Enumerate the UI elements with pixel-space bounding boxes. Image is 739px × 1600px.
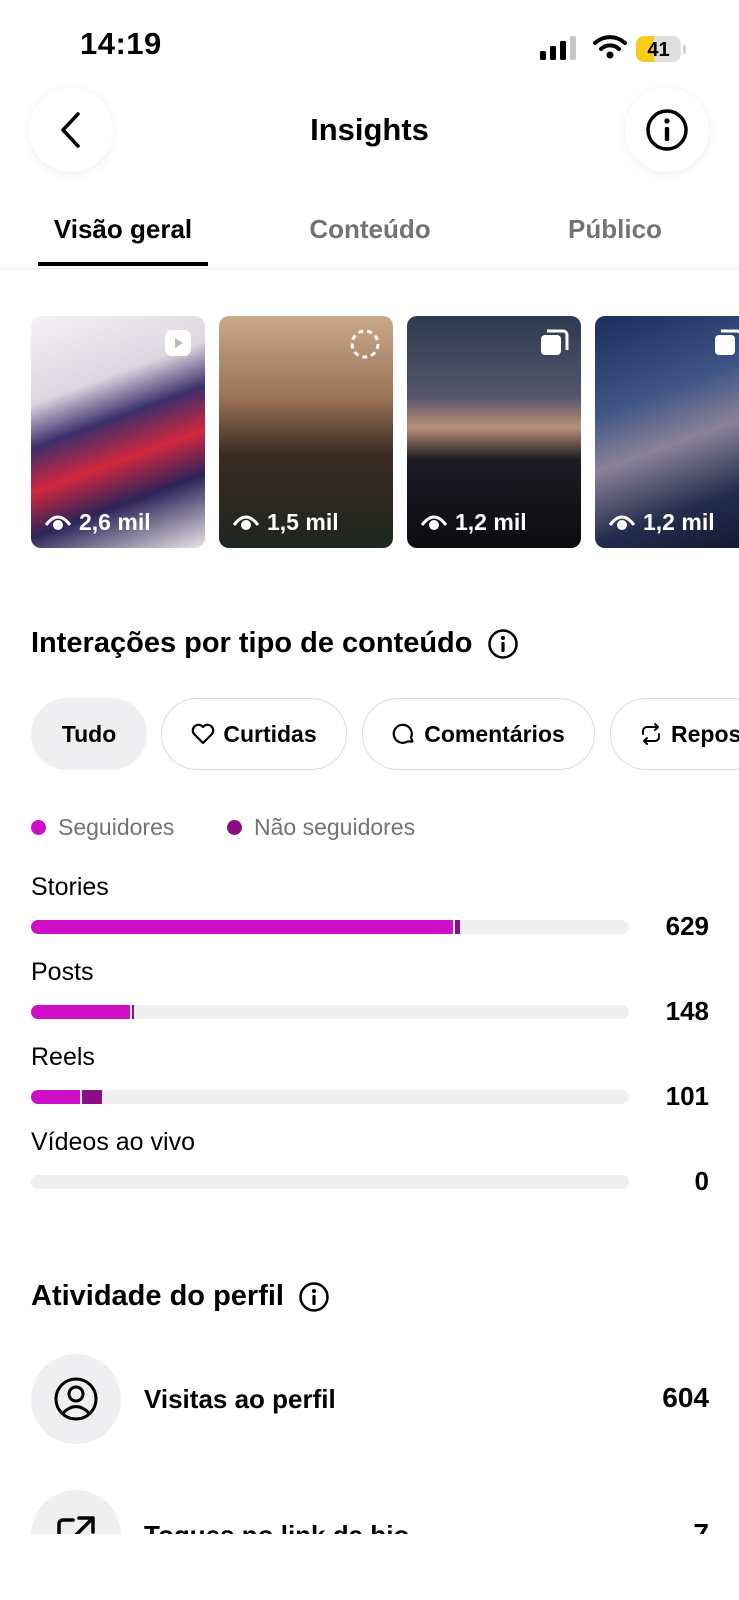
legend-dot-followers: [31, 820, 46, 835]
profile-visits-value: 604: [662, 1382, 709, 1413]
bar-value-stories: 629: [665, 911, 709, 941]
battery-percent: 41: [647, 39, 670, 61]
profile-activity-title: Atividade do perfil: [31, 1280, 284, 1312]
bar-value-posts: 148: [665, 996, 709, 1026]
profile-activity-clipped-row: Toques no link da bio 7: [0, 1480, 739, 1534]
content-thumbnail[interactable]: 1,5 mil: [219, 316, 393, 548]
bio-link-taps-value: 7: [693, 1518, 709, 1534]
bar-label-live: Vídeos ao vivo: [31, 1128, 195, 1156]
chip-comments[interactable]: Comentários: [362, 698, 595, 770]
thumbnail-views: 1,2 mil: [643, 509, 715, 535]
cellular-signal-icon: [540, 36, 576, 60]
interactions-heading: Interações por tipo de conteúdo: [31, 627, 519, 660]
eye-icon: [421, 515, 447, 530]
content-thumbnail[interactable]: 1,2 mil: [407, 316, 581, 548]
bar-followers: [31, 1005, 131, 1019]
tab-overview[interactable]: Visão geral: [38, 214, 208, 245]
content-thumbnail[interactable]: 2,6 mil: [31, 316, 205, 548]
legend-followers: Seguidores: [31, 814, 174, 841]
info-button[interactable]: [625, 88, 709, 172]
repost-icon: [642, 723, 660, 745]
eye-icon: [45, 515, 71, 530]
bar-track-live: [31, 1175, 629, 1189]
profile-visits-label[interactable]: Visitas ao perfil: [144, 1384, 336, 1415]
chip-label: Curtidas: [223, 720, 317, 747]
content-thumbnail[interactable]: 1,2 mil: [595, 316, 739, 548]
bar-followers: [31, 920, 454, 934]
info-icon: [646, 109, 688, 151]
tab-audience[interactable]: Público: [545, 214, 685, 245]
thumbnail-views: 2,6 mil: [79, 509, 151, 535]
bar-track-reels: [31, 1090, 629, 1104]
battery-indicator: 41: [636, 36, 686, 62]
bar-non-followers: [132, 1005, 135, 1019]
wifi-icon: [593, 35, 627, 59]
eye-icon: [233, 515, 259, 530]
info-icon[interactable]: [487, 628, 519, 660]
legend-label: Não seguidores: [254, 814, 416, 840]
external-link-icon: [57, 1516, 95, 1534]
bar-track-posts: [31, 1005, 629, 1019]
status-time: 14:19: [80, 26, 162, 61]
chip-reposts[interactable]: Repos: [610, 698, 739, 770]
carousel-icon: [715, 329, 739, 355]
info-icon[interactable]: [298, 1281, 330, 1313]
tab-content[interactable]: Conteúdo: [290, 214, 450, 245]
bar-value-reels: 101: [665, 1081, 709, 1111]
chip-label: Tudo: [61, 720, 117, 747]
legend-label: Seguidores: [58, 814, 175, 840]
thumbnail-views: 1,5 mil: [267, 509, 339, 535]
bio-link-icon-container: [31, 1490, 121, 1534]
story-icon: [350, 329, 380, 359]
bar-label-reels: Reels: [31, 1043, 95, 1071]
bar-followers: [31, 1090, 81, 1104]
reel-icon: [165, 330, 191, 356]
tabs-divider: [0, 268, 739, 269]
bar-label-posts: Posts: [31, 958, 94, 986]
chip-all[interactable]: Tudo: [31, 698, 147, 770]
bar-track-stories: [31, 920, 629, 934]
profile-icon: [54, 1377, 98, 1421]
carousel-icon: [541, 329, 569, 355]
bar-non-followers: [81, 1090, 103, 1104]
bio-link-taps-label[interactable]: Toques no link da bio: [144, 1520, 409, 1534]
legend-dot-non-followers: [227, 820, 242, 835]
heart-icon: [192, 723, 215, 745]
eye-icon: [609, 515, 635, 530]
bar-non-followers: [454, 920, 461, 934]
comment-icon: [392, 723, 414, 744]
chip-likes[interactable]: Curtidas: [161, 698, 347, 770]
thumbnail-views: 1,2 mil: [455, 509, 527, 535]
profile-visits-icon-container: [31, 1354, 121, 1444]
interactions-title: Interações por tipo de conteúdo: [31, 627, 473, 659]
chip-label: Comentários: [424, 720, 565, 747]
legend-non-followers: Não seguidores: [227, 814, 415, 841]
bar-label-stories: Stories: [31, 873, 109, 901]
profile-activity-heading: Atividade do perfil: [31, 1280, 330, 1313]
active-tab-indicator: [38, 262, 208, 266]
chip-label: Repos: [671, 720, 739, 747]
bar-value-live: 0: [694, 1166, 709, 1196]
